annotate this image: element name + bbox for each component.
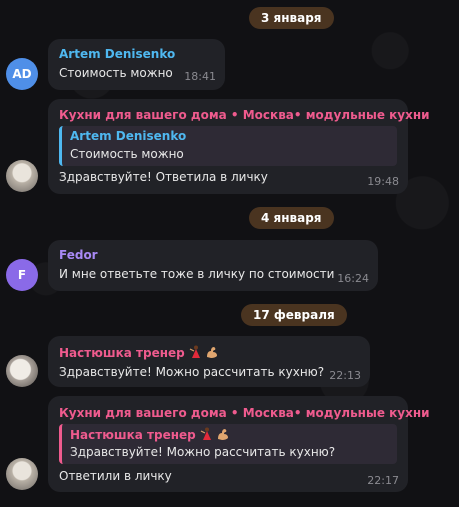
message-bubble[interactable]: Artem Denisenko Стоимость можно 18:41 xyxy=(48,39,225,90)
avatar[interactable]: AD xyxy=(6,58,38,90)
avatar[interactable] xyxy=(6,160,38,192)
message-time: 22:13 xyxy=(329,369,361,382)
sender-name[interactable]: Настюшка тренер xyxy=(59,345,219,360)
sender-name[interactable]: Artem Denisenko xyxy=(59,47,175,61)
message-bubble[interactable]: Кухни для вашего дома • Москва• модульны… xyxy=(48,396,430,492)
dancer-emoji xyxy=(189,345,200,358)
message-text: Здравствуйте! Можно рассчитать кухню? xyxy=(59,365,325,379)
message-time: 18:41 xyxy=(184,70,216,83)
message-time: 22:17 xyxy=(367,474,399,487)
avatar[interactable] xyxy=(6,458,38,490)
avatar[interactable] xyxy=(6,355,38,387)
reply-text: Стоимость можно xyxy=(70,147,184,161)
message-text: Ответили в личку xyxy=(59,469,172,483)
message-bubble[interactable]: Fedor И мне ответьте тоже в личку по сто… xyxy=(48,240,378,291)
sender-name[interactable]: Кухни для вашего дома • Москва• модульны… xyxy=(59,406,430,420)
message-time: 16:24 xyxy=(337,272,369,285)
message-bubble[interactable]: Кухни для вашего дома • Москва• модульны… xyxy=(48,99,430,194)
flexed-biceps-emoji xyxy=(217,429,228,440)
message-bubble[interactable]: Настюшка тренер Здравствуйте! Можно расс… xyxy=(48,336,370,387)
avatar[interactable]: F xyxy=(6,259,38,291)
message-time: 19:48 xyxy=(367,175,399,188)
sender-name[interactable]: Fedor xyxy=(59,248,98,262)
sender-name-text: Настюшка тренер xyxy=(59,346,185,360)
reply-text: Здравствуйте! Можно рассчитать кухню? xyxy=(70,445,336,459)
reply-quote[interactable]: Artem Denisenko Стоимость можно xyxy=(59,126,397,166)
message-text: Здравствуйте! Ответила в личку xyxy=(59,170,268,184)
reply-sender-name: Artem Denisenko xyxy=(70,129,187,143)
date-separator: 3 января xyxy=(249,7,334,29)
sender-name[interactable]: Кухни для вашего дома • Москва• модульны… xyxy=(59,108,430,122)
message-text: И мне ответьте тоже в личку по стоимости xyxy=(59,267,335,281)
reply-sender-name: Настюшка тренер xyxy=(70,427,230,442)
date-separator: 4 января xyxy=(249,207,334,229)
reply-quote[interactable]: Настюшка тренер Здравствуйте! Можно расс… xyxy=(59,424,397,464)
dancer-emoji xyxy=(200,427,211,440)
date-separator: 17 февраля xyxy=(241,304,347,326)
message-text: Стоимость можно xyxy=(59,66,173,80)
flexed-biceps-emoji xyxy=(206,347,217,358)
